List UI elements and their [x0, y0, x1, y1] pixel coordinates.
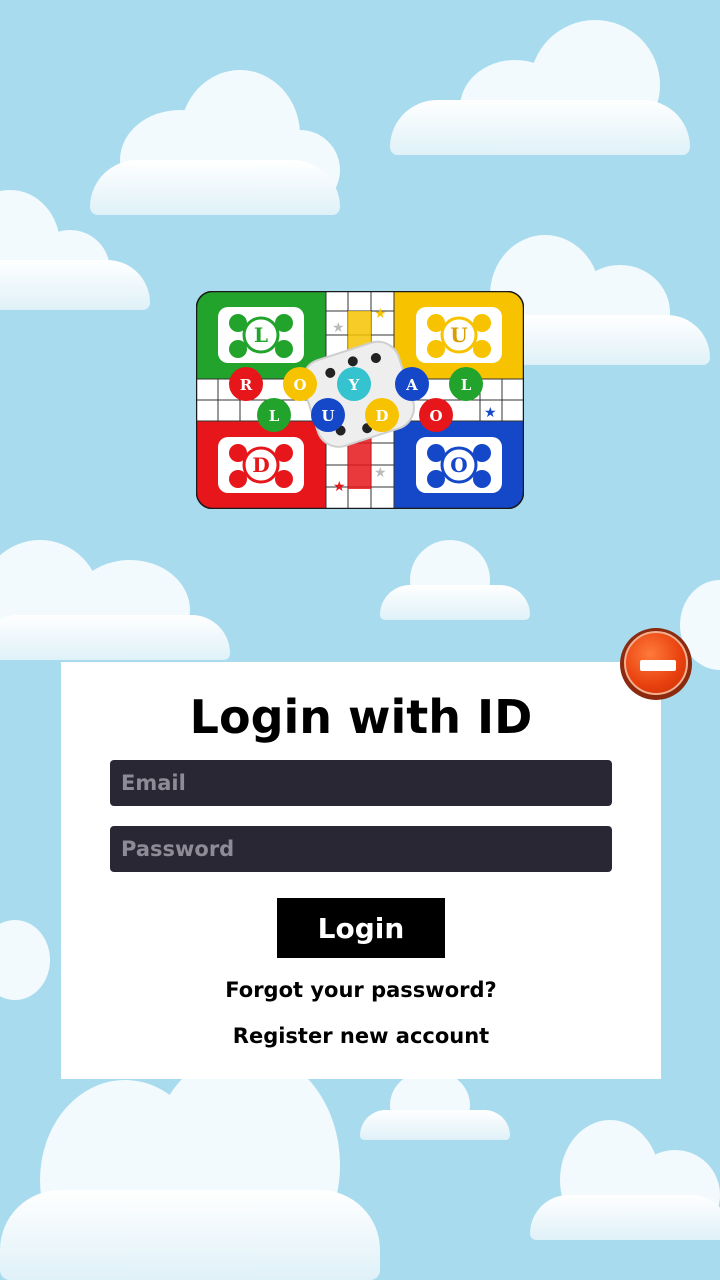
logo-letter: U — [450, 323, 467, 347]
logo-letter: O — [450, 453, 467, 477]
cloud-decoration — [390, 20, 690, 155]
logo-letter: U — [321, 407, 334, 425]
logo-letter: L — [254, 323, 268, 347]
register-account-link[interactable]: Register new account — [61, 1024, 661, 1048]
logo-letter: Y — [348, 376, 360, 394]
svg-text:★: ★ — [484, 405, 497, 421]
cloud-decoration — [530, 1120, 720, 1240]
logo-letter: D — [375, 407, 388, 425]
svg-text:★: ★ — [374, 306, 387, 322]
cloud-decoration — [0, 190, 150, 310]
cloud-decoration — [0, 1050, 380, 1280]
logo-letter: O — [429, 407, 442, 425]
svg-text:★: ★ — [332, 320, 345, 336]
forgot-password-link[interactable]: Forgot your password? — [61, 978, 661, 1002]
password-field[interactable] — [110, 826, 612, 872]
svg-text:★: ★ — [374, 465, 387, 481]
logo-letter: L — [461, 376, 472, 394]
email-field[interactable] — [110, 760, 612, 806]
svg-text:★: ★ — [333, 479, 346, 495]
logo-letter: A — [405, 376, 418, 394]
cloud-decoration — [360, 1070, 510, 1140]
cloud-decoration — [0, 920, 50, 1000]
login-dialog: Login with ID Login Forgot your password… — [61, 662, 661, 1079]
logo-letter: L — [269, 407, 280, 425]
minus-circle-icon — [624, 631, 688, 695]
login-button[interactable]: Login — [277, 898, 445, 958]
dialog-title: Login with ID — [189, 690, 533, 744]
cloud-decoration — [380, 540, 530, 620]
royal-ludo-logo: L U D O ★ ★ ★ ★ ★ R O Y A L L U D O — [196, 291, 524, 509]
logo-letter: O — [293, 376, 306, 394]
logo-letter: R — [240, 376, 253, 394]
cloud-decoration — [0, 520, 230, 660]
close-button[interactable] — [620, 628, 692, 700]
logo-letter: D — [252, 453, 269, 477]
